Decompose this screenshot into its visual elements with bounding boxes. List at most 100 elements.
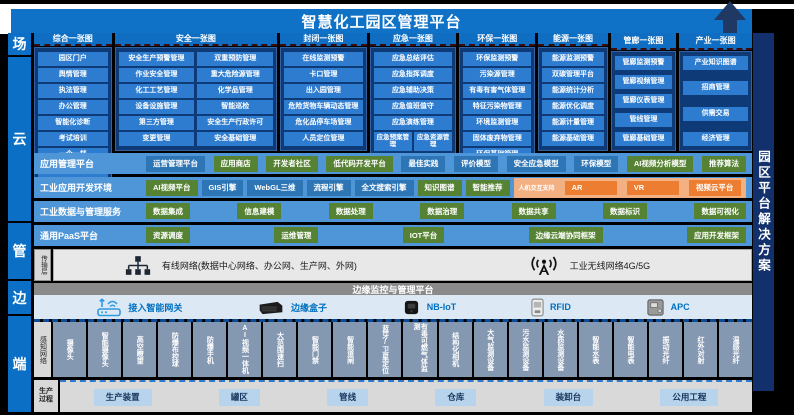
right-rail-label: 园区平台解决方案 (754, 150, 773, 274)
map-item: 招商管理 (683, 81, 748, 95)
left-rail-item-4: 边 (8, 281, 31, 314)
platform-row-label: 应用管理平台 (40, 157, 140, 170)
map-item: 危险货物车辆动态管理 (284, 100, 363, 114)
map-item: 在线监测预警 (284, 52, 363, 66)
map-item: 考试培训 (38, 132, 108, 146)
map-title: 能源一张图 (538, 33, 607, 46)
page-title: 智慧化工园区管理平台 (11, 9, 752, 33)
map-panel: 管廊监测预警管廊视频管理管廊仪表管理管线管理管廊基础管理 (611, 51, 677, 151)
device-layer: 感知网络摄像头智能摄像头高空瞭望防爆布控球防爆手机AI视频一体机大范围速扫智能门… (34, 322, 752, 377)
platform-chip: 应用开发框架 (687, 227, 746, 243)
map-item: 舆情管理 (38, 68, 108, 82)
platform-chips: 数据集成信息建模数据处理数据治理数据共享数据标识数据可视化 (146, 203, 746, 219)
map-item: 特征污染物管理 (463, 100, 531, 114)
platform-row: 工业数据与管理服务数据集成信息建模数据处理数据治理数据共享数据标识数据可视化 (34, 201, 752, 222)
platform-chip: AI视频分析模型 (627, 156, 694, 172)
map-item: 环保监测预警 (463, 52, 531, 66)
map-item: 化工工艺管理 (119, 84, 195, 98)
device-box: 红外对射 (684, 322, 717, 377)
map-column: 管廊一张图管廊监测预警管廊视频管理管廊仪表管理管线管理管廊基础管理 (611, 33, 677, 151)
platform-chip: 运维管理 (274, 227, 318, 243)
left-rail-item-5: 端 (8, 316, 31, 412)
edge-item-label: 接入智能网关 (128, 301, 182, 314)
platform-chip: 数据共享 (512, 203, 556, 219)
platform-chip: 流程引擎 (307, 180, 351, 196)
map-group: 安全生产预警管理作业安全管理化工工艺管理设备设施管理第三方管理变更管理 (119, 52, 195, 146)
platform-chip: 数据处理 (329, 203, 373, 219)
map-column: 产业一张图产业知识图谱招商管理供需交易经济管理 (679, 33, 752, 151)
platform-row-label: 工业应用开发环境 (40, 181, 140, 194)
map-item: 应急演练管理 (374, 116, 453, 130)
wireless-network-label: 工业无线网络4G/5G (570, 259, 651, 272)
production-item: 仓库 (435, 389, 476, 406)
platform-chip: 开发者社区 (266, 156, 318, 172)
map-item: 应急预案管理 (374, 132, 412, 151)
device-box: 智能门禁 (298, 322, 331, 377)
map-panel: 能源监测预警双碳管理平台能源统计分析能源优化调度能源计量管理能源基础管理 (538, 47, 607, 151)
sensor-network-label: 感知网络 (34, 322, 51, 377)
map-item: 产业知识图谱 (683, 56, 748, 70)
map-item: 能源优化调度 (542, 100, 603, 114)
platform-chips: 资源调度运维管理IOT平台边缘云端协同框架应用开发框架 (146, 227, 746, 243)
device-box: 大气监测设备 (474, 322, 507, 377)
map-title: 封闭一张图 (280, 33, 367, 46)
map-item: 能源监测预警 (542, 52, 603, 66)
production-item: 管线 (327, 389, 368, 406)
left-rail-item-1: 场 (8, 33, 31, 55)
map-item: 危化品停车场管理 (284, 116, 363, 130)
platform-rows: 应用管理平台运营管理平台应用商店开发者社区低代码开发平台最佳实践评价模型安全应急… (34, 153, 752, 246)
platform-chip: AI视频平台 (146, 180, 198, 196)
production-item: 装卸台 (544, 389, 594, 406)
wired-network: 有线网络(数据中心网络、办公网、生产网、外网) (54, 255, 427, 276)
edge-item-label: APC (671, 302, 690, 312)
rfid-icon (531, 298, 544, 317)
edge-layer: 边缘监控与管理平台 接入智能网关边缘盒子NB-IoTRFIDAPC (34, 283, 752, 322)
platform-chip: 低代码开发平台 (326, 156, 393, 172)
map-item: 设备设施管理 (119, 100, 195, 114)
platform-chip: 评价模型 (454, 156, 498, 172)
map-column: 环保一张图环保监测预警污染源管理有毒有害气体管理特征污染物管理环境监测管理固体废… (459, 33, 535, 151)
left-rail-item-3: 管 (8, 223, 31, 279)
map-item: 应急值班值守 (374, 100, 453, 114)
device-box: 污水监测设备 (509, 322, 542, 377)
map-item: 能源统计分析 (542, 84, 603, 98)
platform-chip: 运营管理平台 (146, 156, 205, 172)
apc-icon (646, 298, 665, 317)
platform-chip: 数据治理 (420, 203, 464, 219)
map-title: 应急一张图 (370, 33, 457, 46)
platform-chip: 数据标识 (603, 203, 647, 219)
production-bar: 生产装置罐区管线仓库装卸台公用工程 (60, 380, 752, 412)
platform-chips: 运营管理平台应用商店开发者社区低代码开发平台最佳实践评价模型安全应急模型环保模型… (146, 156, 746, 172)
platform-chips: AI视频平台GIS引擎WebGL三维流程引擎全文搜索引擎知识图谱智能推荐人机交互… (146, 178, 746, 198)
device-box: 智能水表 (579, 322, 612, 377)
left-rail-item-2: 云 (8, 57, 31, 221)
edge-device-row: 接入智能网关边缘盒子NB-IoTRFIDAPC (34, 295, 752, 319)
platform-chip: 全文搜索引擎 (355, 180, 414, 196)
map-item: 应急资源管理 (414, 132, 452, 151)
map-panel: 安全生产预警管理作业安全管理化工工艺管理设备设施管理第三方管理变更管理双重预防管… (115, 47, 278, 151)
platform-chip: 边缘云端协同框架 (529, 227, 603, 243)
map-item: 能源计量管理 (542, 116, 603, 130)
edge-item-label: NB-IoT (427, 302, 457, 312)
production-layer: 生产过程生产装置罐区管线仓库装卸台公用工程 (34, 380, 752, 412)
edge-item: 接入智能网关 (96, 296, 182, 318)
platform-row: 通用PaaS平台资源调度运维管理IOT平台边缘云端协同框架应用开发框架 (34, 225, 752, 246)
edge-item-label: RFID (550, 302, 571, 312)
device-box: 智能电表 (614, 322, 647, 377)
map-title: 安全一张图 (115, 33, 278, 46)
device-box: 摄像头 (53, 322, 86, 377)
platform-row: 工业应用开发环境 AI视频平台GIS引擎WebGL三维流程引擎全文搜索引擎知识图谱… (34, 177, 752, 198)
map-item: 变更管理 (119, 132, 195, 146)
production-label: 生产过程 (34, 380, 58, 412)
map-panel: 在线监测预警卡口管理出入园管理危险货物车辆动态管理危化品停车场管理人员定位管理 (280, 47, 367, 151)
map-item: 安全基础管理 (197, 132, 273, 146)
map-item: 安全生产预警管理 (119, 52, 195, 66)
map-item: 园区门户 (38, 52, 108, 66)
device-box: 高空瞭望 (123, 322, 156, 377)
map-item: 应急指挥调度 (374, 68, 453, 82)
hci-chip: VR (627, 181, 679, 195)
map-item: 管廊基础管理 (615, 132, 673, 146)
map-item: 管线管理 (615, 113, 673, 127)
wired-network-label: 有线网络(数据中心网络、办公网、生产网、外网) (162, 259, 357, 272)
device-box: 结构化相机 (439, 322, 472, 377)
